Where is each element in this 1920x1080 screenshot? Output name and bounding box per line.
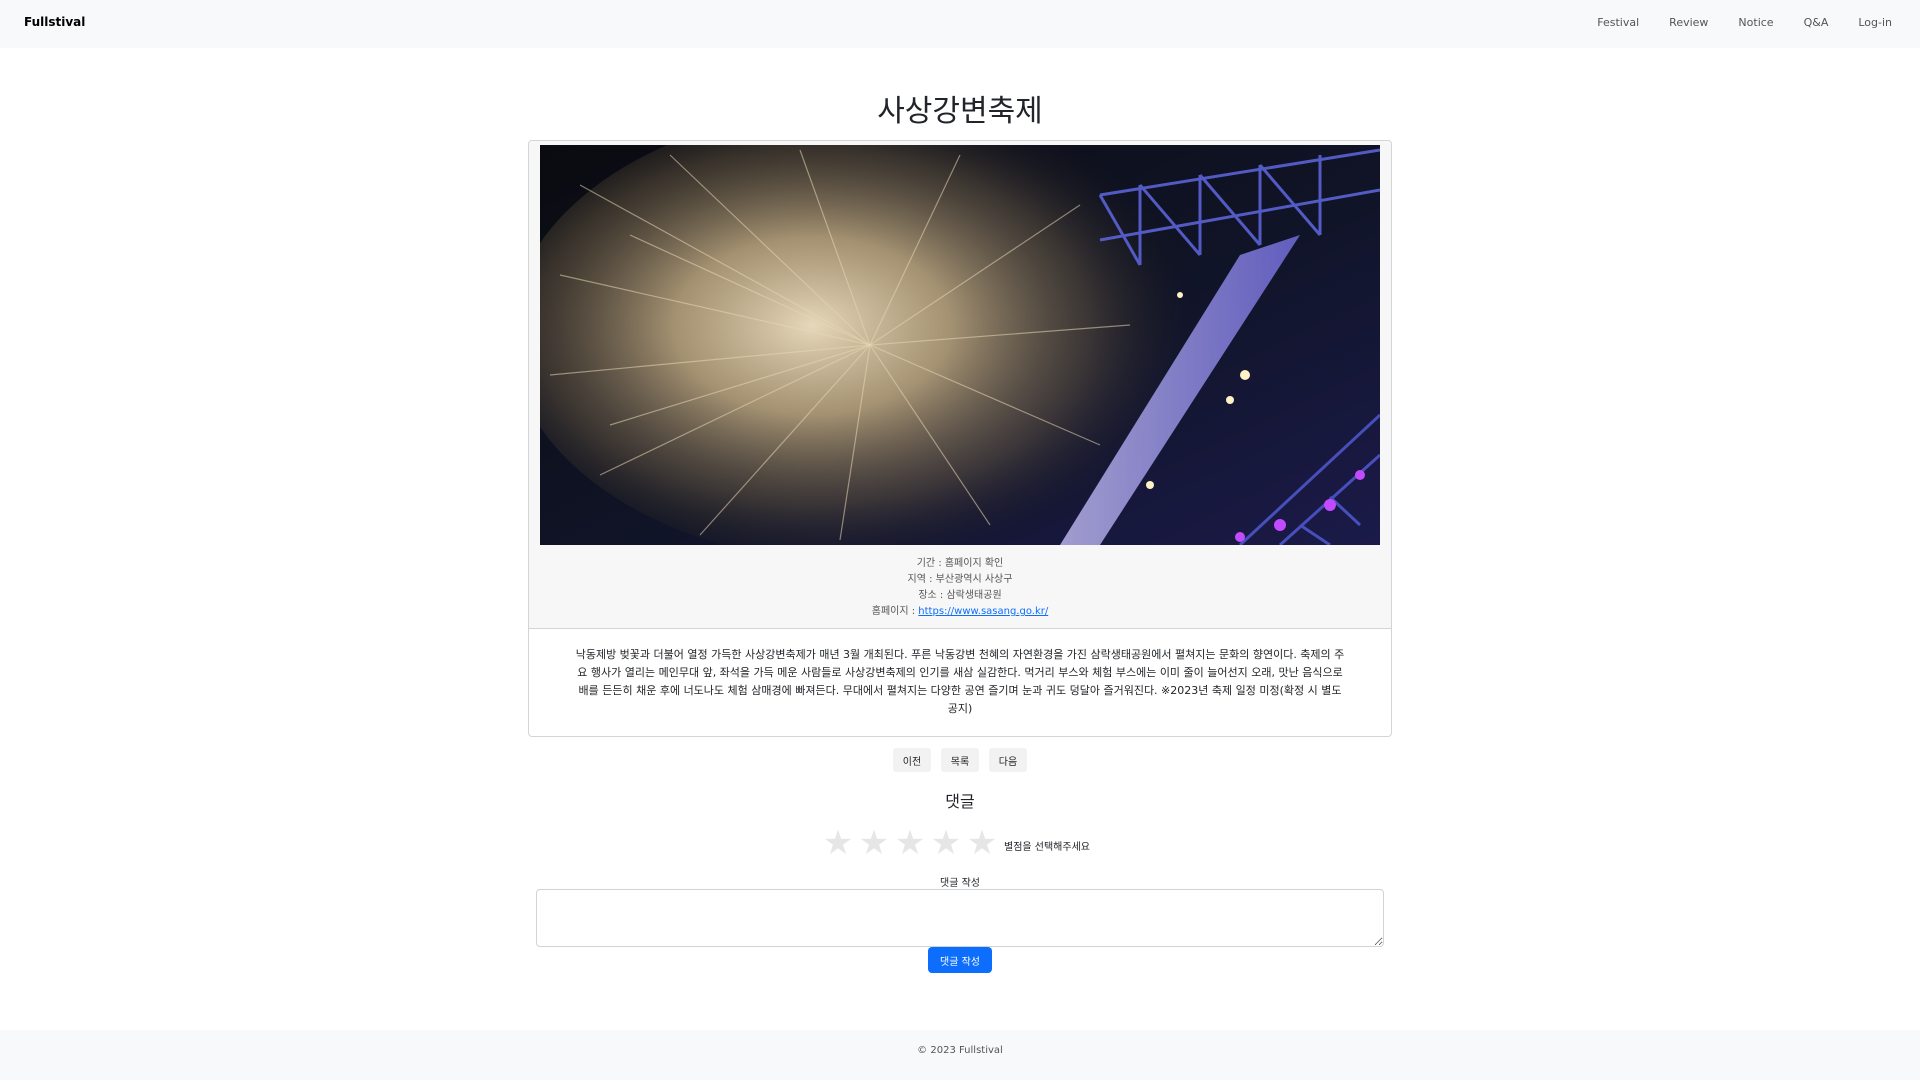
info-region: 지역 : 부산광역시 사상구 — [907, 574, 1013, 585]
star-rating: ★ ★ ★ ★ ★ 별점을 선택해주세요 — [820, 822, 1090, 864]
star-icon[interactable]: ★ — [820, 822, 856, 864]
post-pager: 이전 목록 다음 — [0, 748, 1920, 772]
star-icon[interactable]: ★ — [892, 822, 928, 864]
nav-item-login[interactable]: Log-in — [1858, 16, 1892, 29]
comment-section-title: 댓글 — [945, 792, 975, 811]
info-homepage-label: 홈페이지 : — [871, 606, 919, 617]
info-period: 기간 : 홈페이지 확인 — [916, 558, 1004, 569]
comment-write-label: 댓글 작성 — [940, 878, 980, 889]
info-venue: 장소 : 삼락생태공원 — [918, 590, 1002, 601]
star-icon[interactable]: ★ — [856, 822, 892, 864]
nav-item-notice[interactable]: Notice — [1738, 16, 1773, 29]
prev-button[interactable]: 이전 — [893, 748, 931, 772]
info-homepage: 홈페이지 : https://www.sasang.go.kr/ — [529, 604, 1391, 620]
nav-item-review[interactable]: Review — [1669, 16, 1708, 29]
page-footer: © 2023 Fullstival — [0, 1030, 1920, 1080]
rating-hint: 별점을 선택해주세요 — [1004, 841, 1090, 853]
festival-card: 기간 : 홈페이지 확인 지역 : 부산광역시 사상구 장소 : 삼락생태공원 … — [528, 140, 1392, 737]
festival-description: 낙동제방 벚꽃과 더불어 열정 가득한 사상강변축제가 매년 3월 개최된다. … — [575, 648, 1345, 715]
comment-input[interactable] — [536, 889, 1384, 947]
list-button[interactable]: 목록 — [941, 748, 979, 772]
next-button[interactable]: 다음 — [989, 748, 1027, 772]
comment-submit-button[interactable]: 댓글 작성 — [928, 947, 992, 973]
festival-info: 기간 : 홈페이지 확인 지역 : 부산광역시 사상구 장소 : 삼락생태공원 … — [529, 556, 1391, 620]
nav-item-qna[interactable]: Q&A — [1804, 16, 1829, 29]
page-title: 사상강변축제 — [877, 94, 1043, 129]
homepage-link[interactable]: https://www.sasang.go.kr/ — [918, 606, 1048, 617]
star-icon[interactable]: ★ — [928, 822, 964, 864]
nav-menu: Festival Review Notice Q&A Log-in — [1597, 16, 1892, 29]
festival-card-header: 기간 : 홈페이지 확인 지역 : 부산광역시 사상구 장소 : 삼락생태공원 … — [529, 141, 1391, 629]
festival-photo — [540, 145, 1380, 545]
star-icon[interactable]: ★ — [964, 822, 1000, 864]
brand-logo[interactable]: Fullstival — [24, 15, 85, 29]
top-navbar: Fullstival Festival Review Notice Q&A Lo… — [0, 0, 1920, 48]
nav-item-festival[interactable]: Festival — [1597, 16, 1639, 29]
footer-copyright: © 2023 Fullstival — [917, 1045, 1003, 1056]
